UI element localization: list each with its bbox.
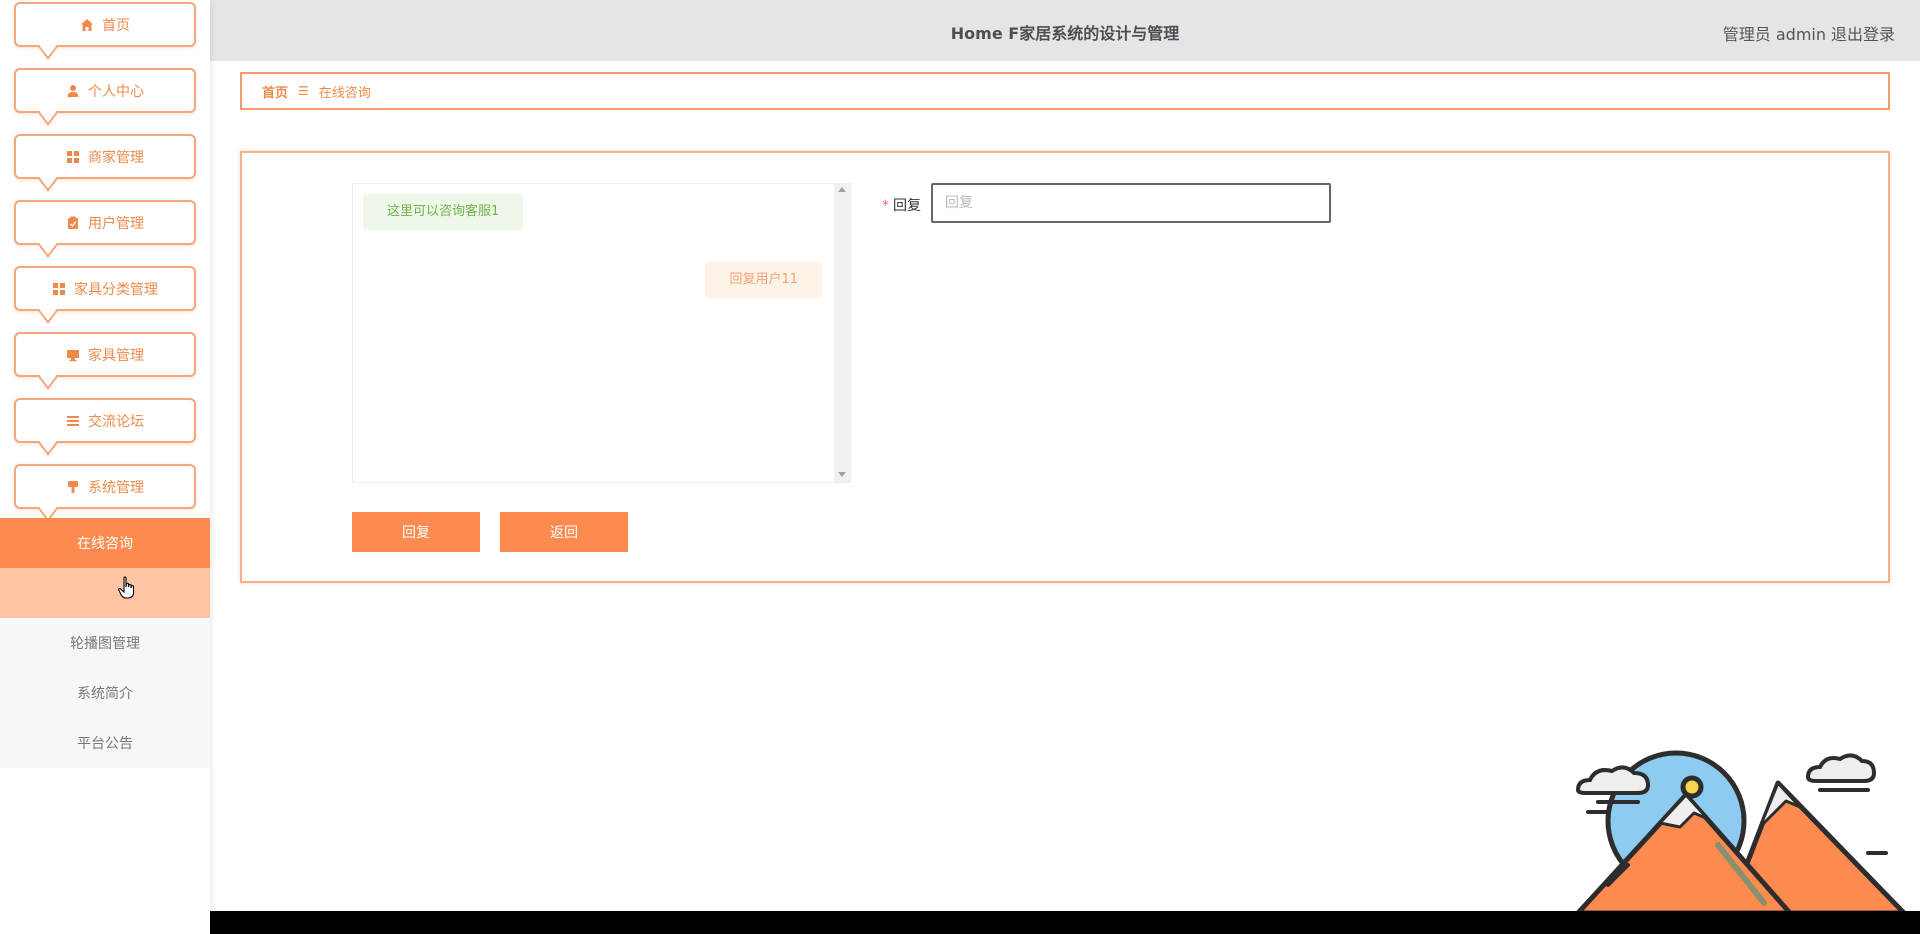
- sidebar-item-profile[interactable]: 个人中心: [14, 68, 196, 113]
- breadcrumb: 首页 ☰ 在线咨询: [240, 72, 1890, 110]
- reply-field-label: * 回复: [882, 195, 921, 215]
- sidebar-item-label: 首页: [102, 17, 130, 34]
- breadcrumb-current: 在线咨询: [318, 85, 371, 101]
- mountain-illustration: [1575, 750, 1907, 913]
- sidebar-item-users[interactable]: 用户管理: [14, 200, 196, 245]
- chat-scrollbar[interactable]: [834, 184, 850, 482]
- sidebar-item-forum[interactable]: 交流论坛: [14, 398, 196, 443]
- chat-message-user: 这里可以咨询客服1: [363, 194, 524, 230]
- grid-icon: [66, 150, 80, 164]
- system-submenu: 在线咨询 轮播图管理 系统简介 平台公告: [0, 518, 210, 768]
- home-icon: [80, 18, 94, 32]
- list-icon: [66, 414, 80, 428]
- reply-input[interactable]: [931, 183, 1331, 223]
- required-mark: *: [882, 198, 889, 214]
- sidebar-item-home[interactable]: 首页: [14, 2, 196, 47]
- reply-button[interactable]: 回复: [352, 512, 480, 552]
- submenu-item-announcements[interactable]: 平台公告: [0, 718, 210, 768]
- submenu-item-system-intro[interactable]: 系统简介: [0, 668, 210, 718]
- reply-label-text: 回复: [893, 198, 921, 214]
- sidebar-item-label: 家具管理: [88, 347, 144, 364]
- user-icon: [66, 84, 80, 98]
- footer-bar: [210, 911, 1920, 934]
- sidebar-item-label: 个人中心: [88, 83, 144, 100]
- consult-card: 这里可以咨询客服1 回复用户11 *回复 回复 返回: [240, 151, 1890, 583]
- sidebar-item-system[interactable]: 系统管理: [14, 464, 196, 509]
- breadcrumb-home[interactable]: 首页: [262, 82, 288, 101]
- current-user: 管理员 admin: [1722, 25, 1826, 44]
- scroll-down-icon[interactable]: [838, 472, 846, 477]
- chat-message-reply: 回复用户11: [705, 262, 822, 298]
- clipboard-icon: [66, 216, 80, 230]
- sidebar-item-merchants[interactable]: 商家管理: [14, 134, 196, 179]
- submenu-item-online-consult[interactable]: 在线咨询: [0, 518, 210, 568]
- brush-icon: [66, 480, 80, 494]
- monitor-icon: [66, 348, 80, 362]
- sidebar-item-label: 系统管理: [88, 479, 144, 496]
- submenu-item-carousel[interactable]: 轮播图管理: [0, 618, 210, 668]
- top-header: Home F家居系统的设计与管理 管理员 admin 退出登录: [210, 0, 1920, 61]
- submenu-item-hovered[interactable]: [0, 568, 210, 618]
- scroll-up-icon[interactable]: [838, 187, 846, 192]
- sidebar-item-label: 家具分类管理: [74, 281, 158, 298]
- app-title: Home F家居系统的设计与管理: [950, 24, 1180, 43]
- sidebar-item-furniture-categories[interactable]: 家具分类管理: [14, 266, 196, 311]
- sidebar-item-label: 交流论坛: [88, 413, 144, 430]
- breadcrumb-separator-icon: ☰: [298, 84, 309, 98]
- back-button[interactable]: 返回: [500, 512, 628, 552]
- sidebar-item-furniture[interactable]: 家具管理: [14, 332, 196, 377]
- sidebar: 首页 个人中心 商家管理 用户管理 家具分类管理 家具管理 交流论坛 系统管理 …: [0, 0, 210, 934]
- sidebar-item-label: 用户管理: [88, 215, 144, 232]
- grid-icon: [52, 282, 66, 296]
- hand-cursor-icon: [118, 576, 135, 599]
- sidebar-item-label: 商家管理: [88, 149, 144, 166]
- chat-history[interactable]: 这里可以咨询客服1 回复用户11: [352, 183, 851, 483]
- logout-link[interactable]: 退出登录: [1831, 21, 1895, 45]
